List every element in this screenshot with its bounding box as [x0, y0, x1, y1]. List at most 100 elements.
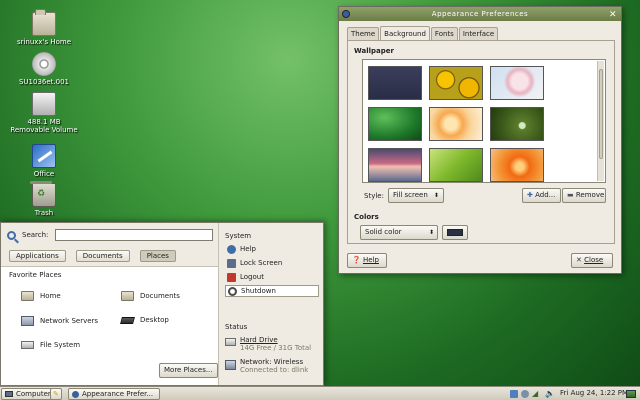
place-home[interactable]: Home — [21, 291, 61, 301]
system-heading: System — [225, 232, 252, 240]
place-label: Documents — [140, 292, 180, 300]
taskbar-item-appearance[interactable]: Appearance Prefer... — [68, 388, 160, 400]
place-documents[interactable]: Documents — [121, 291, 180, 301]
help-icon: ❓ — [352, 256, 361, 264]
style-combo-value: Fill screen — [392, 191, 428, 199]
place-desktop[interactable]: Desktop — [120, 316, 169, 324]
desktop-icon-removable-volume[interactable]: 488.1 MB Removable Volume — [4, 92, 84, 134]
place-label: File System — [40, 341, 81, 349]
tab-interface[interactable]: Interface — [458, 27, 499, 40]
search-icon — [7, 230, 16, 240]
status-network[interactable]: Network: Wireless Connected to: dlink — [225, 358, 308, 374]
network-title: Network: Wireless — [240, 358, 304, 366]
taskbar-clock[interactable]: Fri Aug 24, 1:22 PM — [560, 389, 628, 397]
computer-icon — [5, 391, 13, 397]
wallpaper-thumb-orange-flower[interactable] — [429, 107, 483, 141]
wallpaper-thumb-green-wave[interactable] — [368, 107, 422, 141]
window-close-icon[interactable]: ✕ — [609, 8, 617, 22]
system-item-lock-screen[interactable]: Lock Screen — [225, 257, 319, 269]
hard-drive-icon — [225, 338, 236, 346]
main-menu: Search: Applications Documents Places Fa… — [0, 222, 324, 386]
taskbar: Computer ✎ Appearance Prefer... ◢ 🔈 Fri … — [0, 386, 640, 400]
desktop-icon-cd[interactable]: SU1036et.001 — [4, 52, 84, 86]
help-button-label: Help — [362, 256, 379, 264]
network-detail: Connected to: dlink — [240, 366, 309, 374]
system-item-label: Logout — [240, 273, 264, 281]
style-combo[interactable]: Fill screen ⬍ — [387, 188, 444, 203]
home-folder-icon — [21, 291, 34, 301]
remove-wallpaper-button[interactable]: ▬ Remove — [562, 188, 606, 203]
desktop-icon-trash[interactable]: Trash — [4, 181, 84, 217]
hard-drive-detail: 14G Free / 31G Total — [240, 344, 312, 352]
wallpaper-thumb-sunflowers[interactable] — [429, 66, 483, 100]
color-swatch — [447, 229, 463, 236]
system-item-logout[interactable]: Logout — [225, 271, 319, 283]
color-mode-combo[interactable]: Solid color ⬍ — [360, 225, 438, 240]
wallpaper-thumb-blossom[interactable] — [490, 66, 544, 100]
cd-disc-icon — [32, 52, 56, 76]
add-wallpaper-button[interactable]: ✚ Add... — [522, 188, 561, 203]
desktop-icon-label: Trash — [34, 209, 54, 217]
office-icon — [32, 144, 56, 168]
home-folder-icon — [32, 9, 56, 36]
wallpaper-gallery — [362, 59, 606, 183]
wallpaper-thumb-orange-blossom[interactable] — [490, 148, 544, 182]
minus-icon: ▬ — [567, 191, 574, 199]
tab-fonts[interactable]: Fonts — [430, 27, 458, 40]
menu-places-pane: Search: Applications Documents Places Fa… — [1, 223, 219, 385]
hard-drive-title: Hard Drive — [240, 336, 278, 344]
search-input[interactable] — [55, 229, 214, 241]
system-item-help[interactable]: Help — [225, 243, 319, 255]
appearance-preferences-window: Appearance Preferences ✕ Theme Backgroun… — [338, 6, 622, 274]
desktop-icon-label: Office — [33, 170, 55, 178]
wallpaper-scrollbar[interactable] — [597, 61, 604, 181]
place-file-system[interactable]: File System — [21, 341, 80, 349]
colors-heading: Colors — [354, 213, 379, 221]
note-edit-icon: ✎ — [53, 390, 59, 398]
combo-arrow-icon: ⬍ — [428, 229, 434, 236]
menu-tabs: Applications Documents Places — [9, 250, 176, 262]
shutdown-icon — [228, 286, 237, 296]
status-hard-drive[interactable]: Hard Drive 14G Free / 31G Total — [225, 336, 311, 352]
wallpaper-thumb-green-leaf[interactable] — [429, 148, 483, 182]
wallpaper-heading: Wallpaper — [354, 47, 394, 55]
lock-screen-icon — [227, 258, 236, 268]
desktop-icon-office[interactable]: Office — [4, 144, 84, 178]
menu-tab-applications[interactable]: Applications — [9, 250, 66, 262]
computer-menu-button[interactable]: Computer — [1, 388, 55, 400]
desktop-icon-home[interactable]: srinuxx's Home — [4, 9, 84, 46]
style-row: Style: Fill screen ⬍ — [364, 188, 444, 203]
color-picker-button[interactable] — [442, 225, 468, 240]
menu-tab-places[interactable]: Places — [139, 250, 176, 262]
file-system-icon — [21, 341, 34, 349]
wallpaper-thumb-sunset[interactable] — [368, 148, 422, 182]
workspace-switcher-icon[interactable] — [626, 390, 636, 398]
add-button-label: Add... — [535, 191, 556, 199]
place-label: Network Servers — [40, 317, 99, 325]
show-desktop-button[interactable]: ✎ — [50, 388, 62, 400]
preferences-tabs: Theme Background Fonts Interface — [347, 26, 499, 40]
window-titlebar[interactable]: Appearance Preferences ✕ — [339, 7, 621, 21]
close-button-label: Close — [584, 256, 604, 264]
close-button[interactable]: ✕ Close — [571, 253, 613, 268]
menu-system-pane: System Help Lock Screen Logout Shutdown … — [223, 223, 323, 385]
system-item-label: Shutdown — [241, 287, 276, 295]
more-places-button[interactable]: More Places... — [159, 363, 218, 378]
system-item-shutdown[interactable]: Shutdown — [225, 285, 319, 297]
wallpaper-thumb-dark-blue[interactable] — [368, 66, 422, 100]
update-tray-icon[interactable] — [521, 390, 529, 398]
volume-tray-icon[interactable]: 🔈 — [545, 390, 555, 398]
help-button[interactable]: ❓ Help — [347, 253, 387, 268]
place-network-servers[interactable]: Network Servers — [21, 316, 98, 326]
window-title: Appearance Preferences — [431, 10, 529, 18]
plus-icon: ✚ — [527, 191, 533, 199]
menu-search-area: Search: Applications Documents Places — [1, 223, 218, 267]
tab-background[interactable]: Background — [380, 26, 430, 40]
network-tray-icon[interactable] — [510, 390, 518, 398]
wallpaper-thumb-leaf-drop[interactable] — [490, 107, 544, 141]
menu-tab-documents[interactable]: Documents — [75, 250, 130, 262]
combo-arrow-icon: ⬍ — [433, 192, 439, 199]
favorite-places-heading: Favorite Places — [9, 271, 62, 279]
tab-theme[interactable]: Theme — [347, 27, 380, 40]
wireless-tray-icon[interactable]: ◢ — [532, 390, 540, 398]
